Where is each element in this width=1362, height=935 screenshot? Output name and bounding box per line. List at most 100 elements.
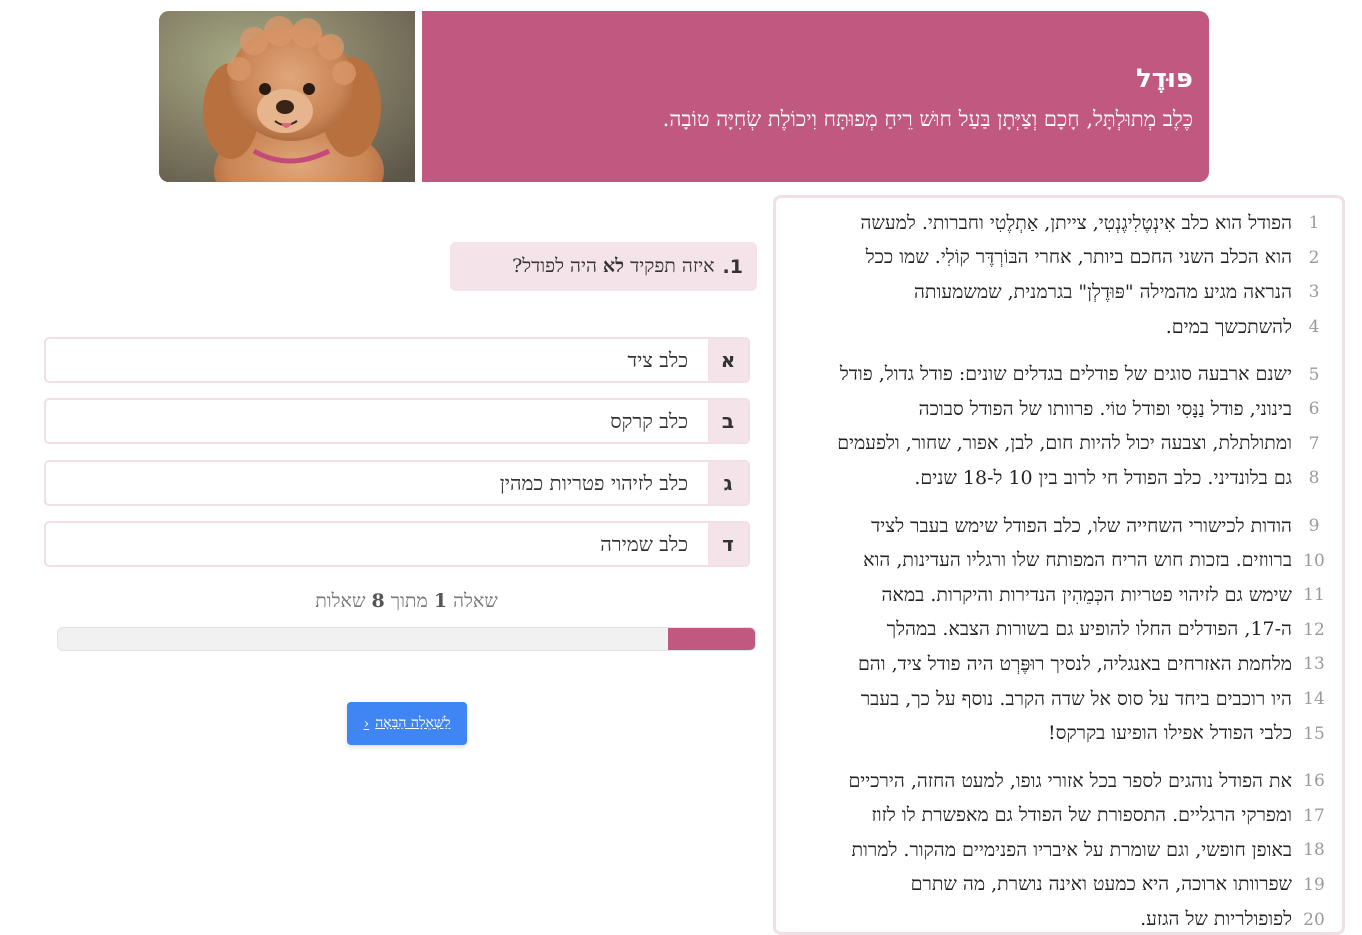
line-number: 13 (1303, 654, 1325, 675)
page-title: פּוּדֶל (1135, 64, 1193, 94)
progress-current: 1 (433, 590, 448, 612)
question-text-emphasis: לא (602, 255, 625, 277)
line-number: 8 (1308, 468, 1320, 489)
answer-option-b[interactable]: ב כלב קרקס (44, 398, 750, 444)
progress-bar-fill (667, 628, 755, 650)
passage-line: 11 שימש גם לזיהוי פטריות הכְּמֵהִין הנדיר… (784, 578, 1332, 613)
line-number: 16 (1303, 771, 1325, 792)
answer-option-a[interactable]: א כלב ציד (44, 337, 750, 383)
passage-line: 13 מלחמת האזרחים באנגליה, לנסיך רוּפֶּרְט… (784, 647, 1332, 682)
line-number: 18 (1303, 840, 1325, 861)
line-number: 1 (1308, 213, 1320, 234)
line-number: 4 (1308, 317, 1320, 338)
line-number: 19 (1303, 874, 1325, 895)
line-text: את הפודל נוהגים לספר בכל אזורי גופו, למע… (848, 769, 1292, 792)
line-text: ה-17, הפודלים החלו להופיע גם בשורות הצבא… (886, 618, 1292, 641)
progress-total: 8 (371, 590, 385, 612)
answer-text: כלב קרקס (610, 408, 688, 433)
question-text-pre: איזה תפקיד (630, 255, 715, 277)
line-number: 15 (1303, 723, 1325, 744)
header-divider (415, 11, 422, 182)
line-text: ברווזים. בזכות חוש הריח המפותח שלו ורגלי… (863, 549, 1292, 572)
line-text: ומפרקי הרגליים. התספורת של הפודל גם מאפש… (871, 804, 1292, 827)
passage-line: 8 גם בלונדיני. כלב הפודל חי לרוב בין 10 ל… (784, 461, 1332, 496)
progress-label: שאלה 1 מתוך 8 שאלות (57, 590, 756, 613)
line-number: 10 (1303, 550, 1325, 571)
line-text: שפרוותו ארוכה, היא כמעט ואינה נושרת, מה … (910, 873, 1292, 896)
line-text: באופן חופשי, וגם שומרת על איבריו הפנימיי… (851, 838, 1292, 861)
header-text: פּוּדֶל כֶּלֶב מְתוּלְתָּל, חָכָם וְצַיְ… (422, 11, 1209, 182)
answer-text: כלב שמירה (600, 531, 688, 556)
line-number: 5 (1308, 364, 1320, 385)
passage-line: 12 ה-17, הפודלים החלו להופיע גם בשורות הצ… (784, 613, 1332, 648)
line-text: הוא הכלב השני החכם ביותר, אחרי הבּוֹרְדֶ… (865, 246, 1292, 269)
line-number: 2 (1308, 247, 1320, 268)
question-text-post: היה לפודל? (512, 255, 597, 277)
line-text: לפופולריות של הגזע. (1140, 908, 1292, 931)
reading-passage[interactable]: 1 הפודל הוא כלב אִינְטֶלִיגֶנְטִי, צייתן,… (773, 195, 1345, 935)
header-card: פּוּדֶל כֶּלֶב מְתוּלְתָּל, חָכָם וְצַיְ… (159, 11, 1209, 182)
answer-letter: ב (708, 400, 748, 442)
passage-line: 15 כלבי הפודל אפילו הופיעו בקרקס! (784, 716, 1332, 751)
line-text: ישנם ארבעה סוגים של פודלים בגדלים שונים:… (839, 363, 1292, 386)
line-text: להשתכשך במים. (1165, 315, 1292, 338)
question-prompt: 1. איזה תפקיד לא היה לפודל? (450, 242, 757, 291)
passage-line: 9 הודות לכישורי השחייה שלו, כלב הפודל שימ… (784, 509, 1332, 544)
passage-line: 4 להשתכשך במים. (784, 310, 1332, 345)
page-subtitle: כֶּלֶב מְתוּלְתָּל, חָכָם וְצַיְּתָן בַּ… (662, 107, 1193, 131)
answer-letter: ג (708, 462, 748, 504)
answer-letter: א (708, 339, 748, 381)
line-text: ומתולתלת, וצבעה יכול להיות חום, לבן, אפו… (837, 432, 1292, 455)
line-number: 14 (1303, 689, 1325, 710)
passage-line: 18 באופן חופשי, וגם שומרת על איבריו הפנימ… (784, 833, 1332, 868)
line-number: 6 (1308, 399, 1320, 420)
passage-line: 19 שפרוותו ארוכה, היא כמעט ואינה נושרת, מ… (784, 868, 1332, 903)
line-text: הודות לכישורי השחייה שלו, כלב הפודל שימש… (871, 514, 1292, 537)
passage-line: 3 הנראה מגיע מהמילה "פּוּדֶלְן" בגרמנית, … (784, 275, 1332, 310)
line-number: 9 (1308, 516, 1320, 537)
line-text: היו רוכבים ביחד על סוס אל שדה הקרב. נוסף… (860, 687, 1292, 710)
line-text: שימש גם לזיהוי פטריות הכְּמֵהִין הנדירות… (881, 583, 1292, 606)
line-text: כלבי הפודל אפילו הופיעו בקרקס! (1048, 722, 1292, 745)
line-text: הנראה מגיע מהמילה "פּוּדֶלְן" בגרמנית, ש… (913, 280, 1292, 303)
chevron-left-icon: ‹ (363, 715, 370, 732)
line-text: בינוני, פודל נַנָּסִי ופודל טוֹי. פרוותו… (918, 397, 1292, 420)
passage-line: 16 את הפודל נוהגים לספר בכל אזורי גופו, ל… (784, 764, 1332, 799)
line-text: הפודל הוא כלב אִינְטֶלִיגֶנְטִי, צייתן, … (860, 211, 1293, 234)
progress-bar (57, 627, 756, 651)
answer-letter: ד (708, 523, 748, 565)
line-text: גם בלונדיני. כלב הפודל חי לרוב בין 10 ל-… (914, 466, 1292, 489)
passage-paragraph: 16 את הפודל נוהגים לספר בכל אזורי גופו, ל… (784, 764, 1332, 932)
next-question-button[interactable]: לַשְּׁאֵלָה הַבָּאָה ‹ (347, 702, 467, 745)
passage-paragraph: 5 ישנם ארבעה סוגים של פודלים בגדלים שונים… (784, 357, 1332, 495)
line-number: 11 (1303, 585, 1325, 606)
passage-line: 14 היו רוכבים ביחד על סוס אל שדה הקרב. נו… (784, 682, 1332, 717)
progress-word-of: מתוך (390, 590, 428, 612)
progress-word-questions: שאלות (315, 590, 366, 612)
line-text: מלחמת האזרחים באנגליה, לנסיך רוּפֶּרְט ה… (857, 652, 1292, 675)
passage-paragraph: 1 הפודל הוא כלב אִינְטֶלִיגֶנְטִי, צייתן,… (784, 206, 1332, 344)
poodle-illustration (159, 11, 415, 182)
line-number: 20 (1303, 909, 1325, 930)
passage-line: 17 ומפרקי הרגליים. התספורת של הפודל גם מא… (784, 799, 1332, 834)
line-number: 7 (1308, 433, 1320, 454)
passage-line: 2 הוא הכלב השני החכם ביותר, אחרי הבּוֹרְד… (784, 241, 1332, 276)
passage-line: 1 הפודל הוא כלב אִינְטֶלִיגֶנְטִי, צייתן,… (784, 206, 1332, 241)
passage-line: 7 ומתולתלת, וצבעה יכול להיות חום, לבן, אפ… (784, 427, 1332, 462)
answer-option-c[interactable]: ג כלב לזיהוי פטריות כמהין (44, 460, 750, 506)
progress-word-question: שאלה (453, 590, 498, 612)
answer-option-d[interactable]: ד כלב שמירה (44, 521, 750, 567)
answer-text: כלב לזיהוי פטריות כמהין (499, 470, 688, 495)
poodle-photo (159, 11, 415, 182)
line-number: 17 (1303, 805, 1325, 826)
passage-paragraph: 9 הודות לכישורי השחייה שלו, כלב הפודל שימ… (784, 509, 1332, 751)
passage-line: 5 ישנם ארבעה סוגים של פודלים בגדלים שונים… (784, 357, 1332, 392)
line-number: 3 (1308, 282, 1320, 303)
question-number: 1. (722, 255, 743, 278)
passage-line: 6 בינוני, פודל נַנָּסִי ופודל טוֹי. פרוות… (784, 392, 1332, 427)
next-question-label: לַשְּׁאֵלָה הַבָּאָה (375, 715, 451, 731)
line-number: 12 (1303, 619, 1325, 640)
answer-text: כלב ציד (627, 347, 688, 372)
passage-line: 20 לפופולריות של הגזע. (784, 902, 1332, 932)
passage-line: 10 ברווזים. בזכות חוש הריח המפותח שלו ורג… (784, 543, 1332, 578)
